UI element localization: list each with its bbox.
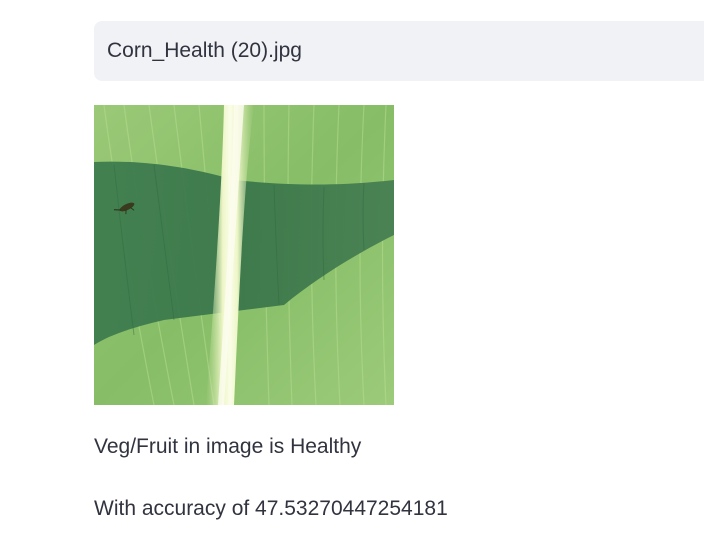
image-selectbox[interactable]: Corn_Health (20).jpg [94,21,704,81]
uploaded-leaf-image [94,105,394,405]
prediction-result: Veg/Fruit in image is Healthy [94,435,362,458]
prediction-accuracy: With accuracy of 47.53270447254181 [94,497,448,520]
streamlit-page: Corn_Health (20).jpg Veg/Fruit in image … [0,0,704,547]
selectbox-value: Corn_Health (20).jpg [107,39,302,62]
